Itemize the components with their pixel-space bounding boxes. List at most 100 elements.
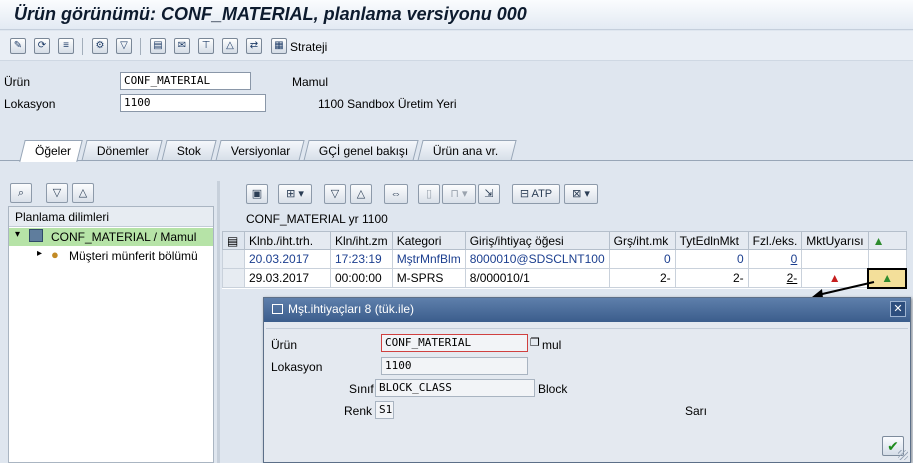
column-header[interactable]: Giriş/ihtiyaç öğesi (464, 231, 610, 250)
cell-surplus[interactable]: 0 (747, 249, 803, 269)
row-selector[interactable] (222, 268, 245, 288)
close-icon[interactable]: ✕ (890, 301, 906, 317)
tab-periods[interactable]: Dönemler (81, 140, 163, 161)
collapse-up-icon[interactable]: △ (72, 183, 94, 203)
window-title: Ürün görünümü: CONF_MATERIAL, planlama v… (14, 4, 527, 24)
dialog-location-label: Lokasyon (271, 360, 323, 374)
cell-time[interactable]: 00:00:00 (330, 268, 393, 288)
column-header-icon[interactable]: ▲ (867, 231, 907, 250)
filter-icon[interactable]: ▽ (116, 38, 132, 54)
lock-icon[interactable]: ⊓ ▾ (442, 184, 476, 204)
cell-category[interactable]: M-SPRS (391, 268, 466, 288)
dialog-product-label: Ürün (271, 338, 298, 352)
column-header[interactable]: Kln/iht.zm (330, 231, 393, 250)
window-icon (272, 304, 283, 314)
requirements-dialog: Mşt.ihtiyaçları 8 (tük.ile) ✕ Ürün CONF_… (263, 297, 911, 463)
cell-date[interactable]: 20.03.2017 (244, 249, 331, 269)
grid-toolbar: ▣ ⊞ ▾ ▽ △ ⇔ ▯ ⊓ ▾ ⇲ ⊟ ATP ⊠ ▾ (220, 181, 913, 209)
tab-product-master[interactable]: Ürün ana vr. (417, 140, 517, 161)
tab-stock[interactable]: Stok (161, 140, 217, 161)
cell-element[interactable]: 8/000010/1 (464, 268, 610, 288)
sort-desc-icon[interactable]: ▽ (324, 184, 346, 204)
dialog-color-desc: Sarı (685, 404, 708, 418)
print-icon[interactable]: ▤ (150, 38, 166, 54)
dialog-class-field[interactable]: BLOCK_CLASS (375, 379, 535, 397)
dialog-location-field[interactable]: 1100 (381, 357, 528, 375)
dialog-class-desc: Block (538, 382, 568, 396)
column-header[interactable]: TytEdlnMkt (674, 231, 749, 250)
toolbar-separator (82, 38, 83, 55)
row-selector[interactable] (222, 249, 245, 269)
atp-label: ATP (531, 188, 553, 200)
column-header[interactable]: MktUyarısı (801, 231, 869, 250)
material-icon (29, 229, 43, 242)
dialog-title-bar[interactable]: Mşt.ihtiyaçları 8 (tük.ile) ✕ (264, 298, 910, 322)
planning-tree: Planlama dilimleri ▾ CONF_MATERIAL / Mam… (8, 206, 214, 463)
cell-time[interactable]: 17:23:19 (330, 249, 393, 269)
expand-arrow-icon[interactable]: ▸ (37, 248, 42, 259)
dialog-color-field[interactable]: S1 (375, 401, 394, 419)
product-description: Mamul (292, 75, 329, 89)
column-header[interactable]: Fzl./eks. (747, 231, 803, 250)
person-icon: ● (51, 247, 59, 262)
tab-versions[interactable]: Versiyonlar (215, 140, 305, 161)
copy-icon[interactable]: ❐ (530, 336, 540, 349)
binoculars-icon[interactable]: ⌕ (10, 183, 32, 203)
cell-category[interactable]: MştrMnfBlm (391, 249, 466, 269)
collapse-down-icon[interactable]: ▽ (46, 183, 68, 203)
details-icon[interactable]: ▣ (246, 184, 268, 204)
move-icon[interactable]: ⇔ (384, 184, 408, 204)
table-row[interactable]: 29.03.2017 00:00:00 M-SPRS 8/000010/1 2-… (222, 267, 908, 289)
strategy-button[interactable]: Strateji (290, 40, 327, 54)
cell-qty[interactable]: 0 (608, 249, 676, 269)
hierarchy-icon[interactable]: ≡ (58, 38, 74, 54)
atp-button[interactable]: ⊟ ATP (512, 184, 560, 204)
expand-arrow-icon[interactable]: ▾ (15, 229, 20, 240)
notes-icon[interactable]: ✉ (174, 38, 190, 54)
dialog-product-desc: mul (542, 338, 562, 352)
refresh-icon[interactable]: ⟳ (34, 38, 50, 54)
title-bar: Ürün görünümü: CONF_MATERIAL, planlama v… (0, 0, 913, 30)
application-toolbar: ✎ ⟳ ≡ ⚙ ▽ ▤ ✉ ⊤ △ ⇄ ▦ Strateji (0, 31, 913, 61)
cell-confirmed[interactable]: 2- (674, 268, 749, 288)
cell-alert-icon (867, 249, 907, 269)
row-selector-header[interactable]: ▤ (222, 231, 245, 250)
export-icon[interactable]: ⇲ (478, 184, 500, 204)
tree-node-root[interactable]: ▾ CONF_MATERIAL / Mamul (9, 228, 213, 246)
location-field[interactable]: 1100 (120, 94, 266, 112)
pegging-menu-icon[interactable]: ⊞ ▾ (278, 184, 312, 204)
tab-gci-overview[interactable]: GÇİ genel bakışı (303, 140, 419, 161)
tab-label: Stok (176, 144, 201, 158)
cell-confirmed[interactable]: 0 (674, 249, 749, 269)
alert-icon[interactable]: △ (222, 38, 238, 54)
column-header[interactable]: Grş/iht.mk (608, 231, 676, 250)
cell-element[interactable]: 8000010@SDSCLNT100 (464, 249, 610, 269)
settings-icon[interactable]: ⚙ (92, 38, 108, 54)
tab-items[interactable]: Öğeler (19, 140, 83, 162)
resize-grip[interactable] (898, 450, 908, 460)
location-description: 1100 Sandbox Üretim Yeri (318, 97, 457, 111)
variant-menu-icon[interactable]: ⊠ ▾ (564, 184, 598, 204)
requirements-table: ▤ Klnb./iht.trh. Kln/iht.zm Kategori Gir… (222, 231, 908, 289)
column-header[interactable]: Kategori (391, 231, 466, 250)
transport-icon[interactable]: ⊤ (198, 38, 214, 54)
product-label: Ürün (4, 75, 31, 89)
grid-caption: CONF_MATERIAL yr 1100 (246, 212, 388, 226)
location-label: Lokasyon (4, 97, 56, 111)
product-field[interactable]: CONF_MATERIAL (120, 72, 251, 90)
pegging-icon[interactable]: ⇄ (246, 38, 262, 54)
cell-surplus[interactable]: 2- (747, 268, 803, 288)
tree-node-child[interactable]: ▸ ● Müşteri münferit bölümü (9, 247, 213, 265)
header-form: Ürün CONF_MATERIAL Mamul Lokasyon 1100 1… (0, 62, 913, 137)
cell-qty[interactable]: 2- (608, 268, 676, 288)
strategy-icon[interactable]: ▦ (271, 38, 287, 54)
table-row[interactable]: 20.03.2017 17:23:19 MştrMnfBlm 8000010@S… (222, 249, 907, 269)
splitter[interactable] (217, 181, 220, 463)
cell-date[interactable]: 29.03.2017 (244, 268, 331, 288)
delete-icon[interactable]: ▯ (418, 184, 440, 204)
sort-asc-icon[interactable]: △ (350, 184, 372, 204)
pencil-icon[interactable]: ✎ (10, 38, 26, 54)
dialog-product-field[interactable]: CONF_MATERIAL (381, 334, 528, 352)
column-header[interactable]: Klnb./iht.trh. (244, 231, 331, 250)
tree-node-root-label: CONF_MATERIAL / Mamul (51, 230, 197, 244)
